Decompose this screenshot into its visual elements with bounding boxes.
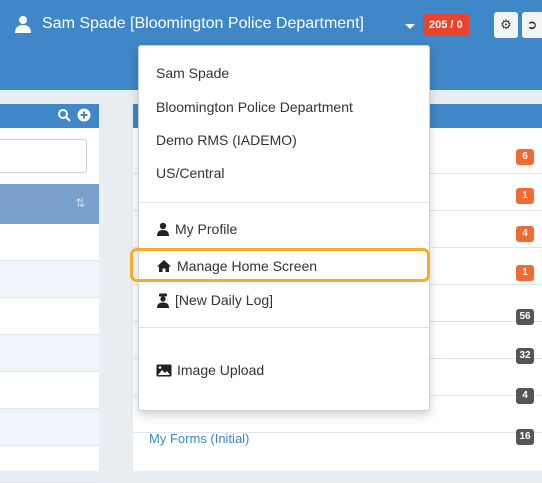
chevron-down-icon[interactable] xyxy=(405,24,415,29)
table-row[interactable] xyxy=(0,372,99,409)
my-profile-menu-item[interactable]: My Profile xyxy=(156,218,237,240)
count-badge: 1 xyxy=(516,265,534,281)
count-badge: 16 xyxy=(516,429,534,445)
count-badge: 4 xyxy=(516,388,534,404)
user-label: Sam Spade [Bloomington Police Department… xyxy=(42,15,364,32)
add-icon[interactable] xyxy=(77,108,91,122)
left-panel-header xyxy=(0,104,99,128)
table-row[interactable] xyxy=(0,446,99,483)
dropdown-user-name: Sam Spade xyxy=(156,65,230,81)
user-icon xyxy=(157,222,169,236)
count-badge: 6 xyxy=(516,149,534,165)
person-icon xyxy=(15,16,31,33)
menu-item-label: Image Upload xyxy=(177,362,265,378)
count-badge: 4 xyxy=(516,226,534,242)
dropdown-database: Demo RMS (IADEMO) xyxy=(156,132,297,148)
user-menu-toggle[interactable]: Sam Spade [Bloomington Police Department… xyxy=(14,12,364,36)
table-row[interactable] xyxy=(0,335,99,372)
left-panel: ⇅ xyxy=(0,104,99,483)
sort-icon[interactable]: ⇅ xyxy=(75,196,85,210)
count-badge: 1 xyxy=(516,188,534,204)
dropdown-department: Bloomington Police Department xyxy=(156,99,353,115)
settings-button[interactable]: ⚙ xyxy=(494,12,518,38)
dropdown-timezone: US/Central xyxy=(156,165,225,181)
table-row[interactable] xyxy=(0,224,99,261)
user-dropdown-menu: Sam Spade Bloomington Police Department … xyxy=(138,45,430,411)
divider xyxy=(139,202,429,203)
gear-icon: ⚙ xyxy=(500,17,512,32)
search-icon[interactable] xyxy=(57,108,71,122)
new-daily-log-menu-item[interactable]: [New Daily Log] xyxy=(156,289,273,311)
officer-icon xyxy=(157,293,169,308)
menu-item-label: My Profile xyxy=(175,221,238,237)
table-row[interactable] xyxy=(0,261,99,298)
logout-icon: ➲ xyxy=(526,17,538,32)
table-row[interactable] xyxy=(0,409,99,446)
image-icon xyxy=(156,364,172,376)
logout-button[interactable]: ➲ xyxy=(522,12,542,38)
menu-item-label: [New Daily Log] xyxy=(175,292,274,308)
highlight-outline xyxy=(130,248,430,282)
count-badge: 32 xyxy=(516,348,534,364)
filter-input[interactable] xyxy=(0,139,87,173)
image-upload-menu-item[interactable]: Image Upload xyxy=(156,359,264,381)
divider xyxy=(139,327,429,328)
table-row[interactable] xyxy=(0,298,99,335)
counter-badge[interactable]: 205 / 0 xyxy=(423,14,469,36)
my-forms-link[interactable]: My Forms (Initial) xyxy=(149,431,249,446)
column-header[interactable]: ⇅ xyxy=(0,184,99,224)
count-badge: 56 xyxy=(516,309,534,325)
